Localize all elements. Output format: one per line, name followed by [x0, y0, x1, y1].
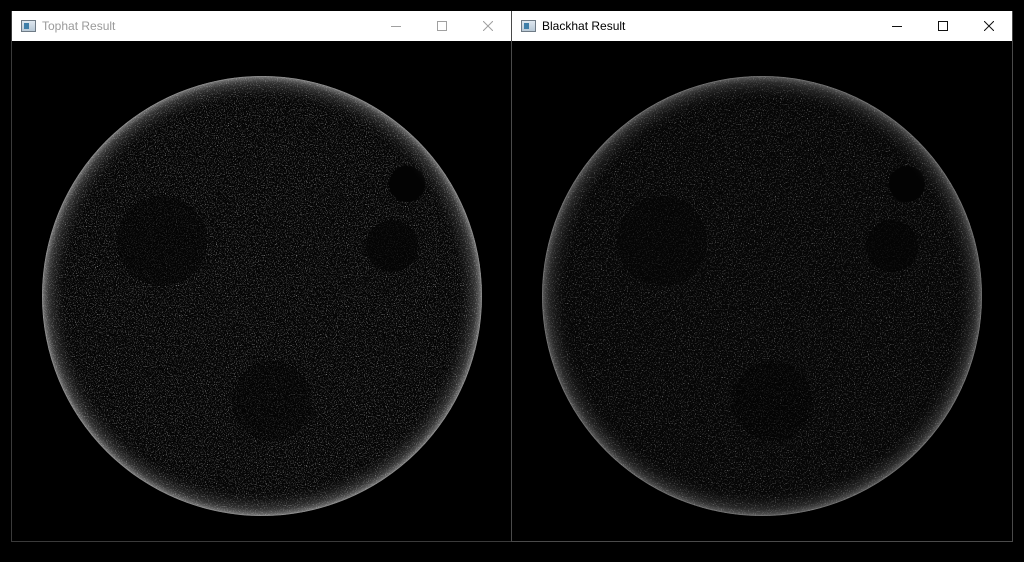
tophat-image-canvas [12, 41, 511, 541]
minimize-icon [892, 26, 902, 27]
close-icon [984, 21, 994, 31]
window-controls [373, 11, 511, 41]
blackhat-titlebar[interactable]: Blackhat Result [512, 11, 1012, 41]
maximize-icon [437, 21, 447, 31]
close-icon [483, 21, 493, 31]
app-window-icon [521, 20, 536, 32]
moon-tophat-image [12, 41, 511, 541]
close-button[interactable] [966, 11, 1012, 41]
minimize-button[interactable] [373, 11, 419, 41]
window-title: Tophat Result [42, 19, 116, 33]
blackhat-image-canvas [512, 41, 1012, 541]
window-controls [874, 11, 1012, 41]
tophat-titlebar[interactable]: Tophat Result [12, 11, 511, 41]
minimize-icon [391, 26, 401, 27]
tophat-result-window[interactable]: Tophat Result [11, 11, 512, 542]
maximize-button[interactable] [920, 11, 966, 41]
app-window-icon [21, 20, 36, 32]
moon-blackhat-image [512, 41, 1012, 541]
close-button[interactable] [465, 11, 511, 41]
maximize-button[interactable] [419, 11, 465, 41]
window-title: Blackhat Result [542, 19, 626, 33]
maximize-icon [938, 21, 948, 31]
minimize-button[interactable] [874, 11, 920, 41]
blackhat-result-window[interactable]: Blackhat Result [511, 11, 1013, 542]
